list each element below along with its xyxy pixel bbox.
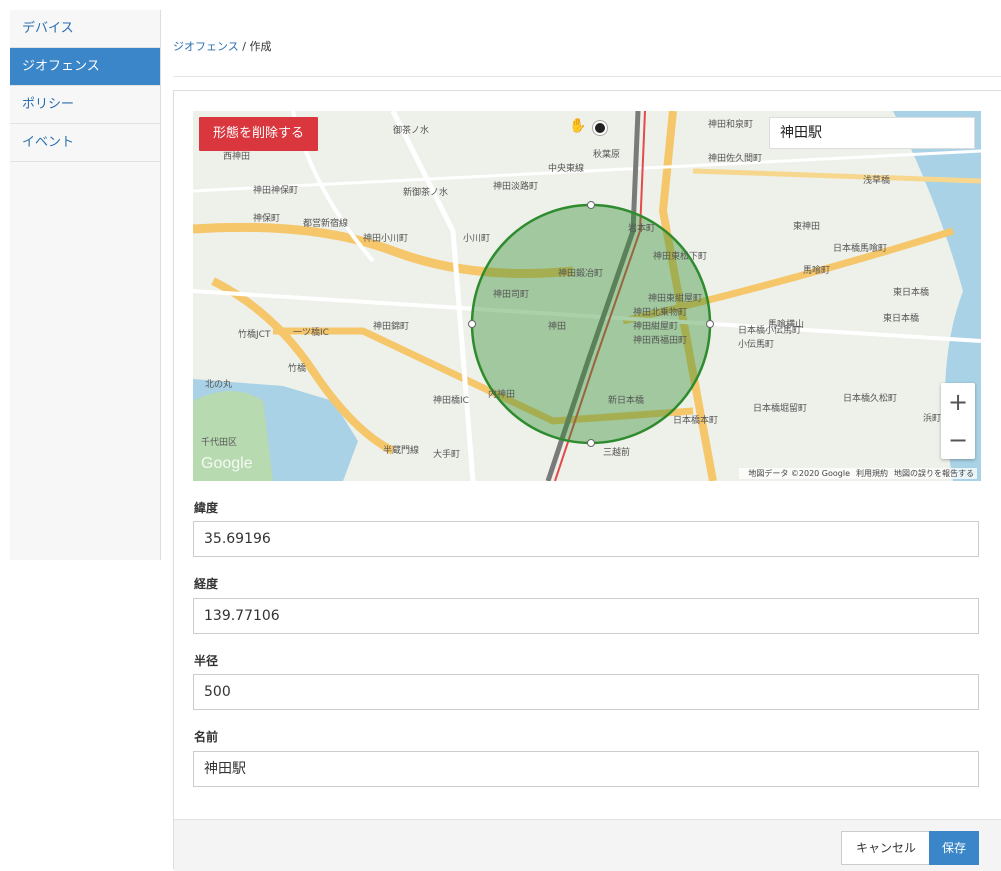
radius-input[interactable]: 500 — [193, 674, 979, 710]
map-place-label: 日本橋本町 — [673, 414, 718, 426]
breadcrumb-current: 作成 — [249, 40, 272, 53]
map-place-label: 神田司町 — [493, 288, 529, 300]
map-place-label: 小川町 — [463, 233, 490, 244]
map-place-label: 内神田 — [488, 388, 515, 400]
map-place-label: 神田北乗物町 — [633, 306, 687, 318]
map-place-label: 神田東紺屋町 — [648, 292, 702, 304]
report-link[interactable]: 地図の誤りを報告する — [894, 469, 974, 478]
map-place-label: 千代田区 — [201, 437, 237, 448]
map-place-label: 神田淡路町 — [493, 180, 538, 192]
delete-shape-button[interactable]: 形態を削除する — [199, 117, 319, 151]
longitude-input[interactable]: 139.77106 — [193, 598, 979, 634]
map-place-label: 神田紺屋町 — [633, 320, 678, 332]
map-place-label: 神田佐久間町 — [708, 152, 762, 164]
map-place-label: 一ツ橋IC — [293, 326, 329, 338]
sidebar-item-policy[interactable]: ポリシー — [10, 86, 160, 124]
map-place-label: 新日本橋 — [608, 394, 644, 406]
map-place-label: 神田鍛冶町 — [558, 267, 603, 279]
map-place-label: 竹橋JCT — [238, 328, 271, 340]
divider — [173, 76, 1001, 77]
resize-handle[interactable] — [587, 201, 595, 209]
resize-handle[interactable] — [587, 439, 595, 447]
name-label: 名前 — [194, 730, 219, 744]
road — [390, 111, 476, 481]
zoom-in-button[interactable]: + — [941, 383, 975, 421]
map-place-label: 神田 — [548, 320, 566, 332]
circle-tool-icon[interactable] — [593, 121, 607, 135]
resize-handle[interactable] — [706, 320, 714, 328]
map-place-label: 神田西福田町 — [633, 334, 687, 346]
map-place-label: 神田小川町 — [363, 232, 408, 244]
geofence-form-panel: 御茶ノ水 秋葉原 神田和泉町 神田佐久間町 浅草橋 西神田 神田神保町 新御茶ノ水 神田淡路町都… — [173, 90, 1001, 871]
cancel-button[interactable]: キャンセル — [841, 831, 932, 865]
map-place-label: 浅草橋 — [863, 174, 890, 186]
map-place-label: 岩本町 — [628, 222, 655, 234]
map-search-input[interactable]: 神田駅 — [769, 117, 975, 149]
map-place-label: 日本橋馬喰町 — [833, 242, 887, 254]
sidebar-item-geofence[interactable]: ジオフェンス — [10, 48, 160, 86]
zoom-control: + − — [941, 383, 975, 459]
map-place-label: 秋葉原 — [593, 148, 620, 160]
breadcrumb: ジオフェンス / 作成 — [173, 38, 271, 54]
map-place-label: 三越前 — [603, 446, 630, 458]
hand-tool-icon[interactable]: ✋ — [569, 118, 589, 138]
map-place-label: 中央東線 — [548, 162, 584, 174]
radius-label: 半径 — [194, 654, 219, 668]
main-content: ジオフェンス / 作成 御茶ノ水 秋葉原 神田和泉町 神田佐久間町 浅草橋 西神… — [161, 10, 1001, 871]
map-place-label: 神田東松下町 — [653, 250, 707, 262]
map-place-label: 神田和泉町 — [708, 118, 753, 130]
attribution-text: 地図データ ©2020 Google — [748, 469, 850, 478]
longitude-label: 経度 — [194, 577, 219, 591]
map-place-label: 西神田 — [223, 150, 250, 162]
sidebar-item-devices[interactable]: デバイス — [10, 10, 160, 48]
map-place-label: 小伝馬町 — [738, 339, 774, 350]
map-place-label: 東日本橋 — [883, 312, 919, 324]
form-footer: キャンセル 保存 — [174, 819, 1001, 871]
save-button[interactable]: 保存 — [929, 831, 979, 865]
map-place-label: 馬喰町 — [803, 264, 830, 276]
map-place-label: 神田橋IC — [433, 394, 469, 406]
breadcrumb-separator: / — [238, 40, 250, 53]
resize-handle[interactable] — [468, 320, 476, 328]
google-logo: Google — [201, 455, 253, 472]
map-place-label: 竹橋 — [288, 362, 306, 374]
latitude-input[interactable]: 35.69196 — [193, 521, 979, 557]
map-svg: 御茶ノ水秋葉原神田和泉町神田佐久間町浅草橋西神田神田神保町 新御茶ノ水神田淡路町都… — [193, 111, 981, 481]
map-place-label: 北の丸 — [205, 378, 232, 390]
latitude-label: 緯度 — [194, 501, 219, 515]
map-place-label: 日本橋堀留町 — [753, 402, 807, 414]
map-place-label: 御茶ノ水 — [393, 124, 429, 136]
breadcrumb-link-geofence[interactable]: ジオフェンス — [173, 40, 239, 53]
name-input[interactable]: 神田駅 — [193, 751, 979, 787]
map-place-label: 東日本橋 — [893, 286, 929, 298]
map-place-label: 半蔵門線 — [383, 444, 419, 456]
map-place-label: 新御茶ノ水 — [403, 186, 448, 198]
map-place-label: 神田錦町 — [373, 320, 409, 332]
map-place-label: 東神田 — [793, 220, 820, 232]
map-place-label: 神田神保町 — [253, 184, 298, 196]
map-place-label: 大手町 — [433, 448, 460, 460]
zoom-out-button[interactable]: − — [941, 421, 975, 459]
terms-link[interactable]: 利用規約 — [856, 469, 888, 478]
map-attribution: 地図データ ©2020 Google 利用規約 地図の誤りを報告する — [739, 468, 977, 479]
sidebar: デバイス ジオフェンス ポリシー イベント — [10, 10, 161, 560]
map-place-label: 都営新宿線 — [303, 217, 348, 229]
map-place-label: 浜町 — [923, 413, 941, 424]
sidebar-item-events[interactable]: イベント — [10, 124, 160, 162]
map-place-label: 神保町 — [253, 212, 280, 224]
map-place-label: 馬喰横山 — [768, 318, 804, 330]
map-canvas[interactable]: 御茶ノ水 秋葉原 神田和泉町 神田佐久間町 浅草橋 西神田 神田神保町 新御茶ノ水 神田淡路町都… — [193, 111, 981, 481]
map-place-label: 日本橋久松町 — [843, 392, 897, 404]
